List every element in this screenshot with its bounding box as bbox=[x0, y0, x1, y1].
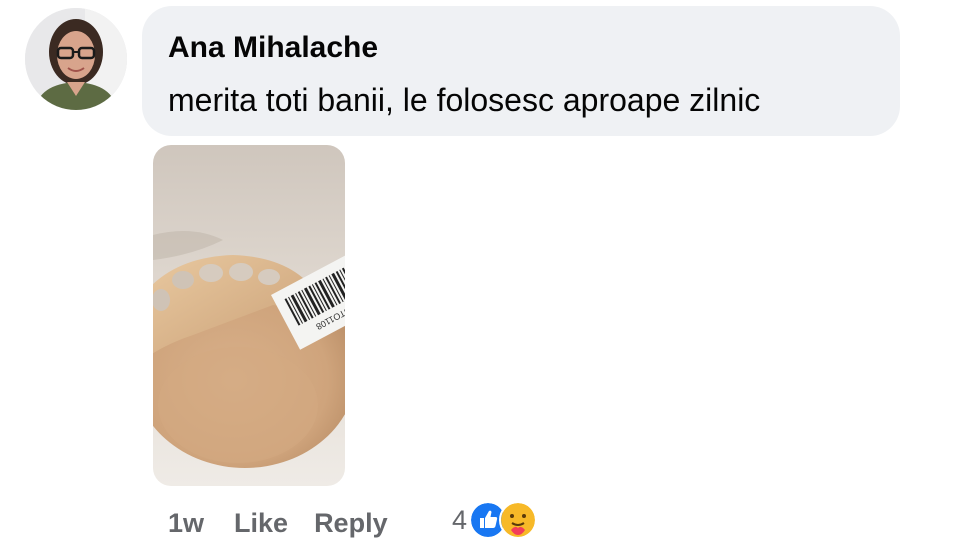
reaction-count: 4 bbox=[452, 504, 468, 535]
product-photo: STO1108 bbox=[153, 145, 345, 486]
comment-text: merita toti banii, le folosesc aproape z… bbox=[168, 82, 761, 118]
comment-attachment-photo[interactable]: STO1108 bbox=[153, 145, 345, 486]
reply-button[interactable]: Reply bbox=[314, 508, 388, 539]
reaction-summary[interactable]: 4 bbox=[452, 500, 538, 540]
avatar[interactable] bbox=[25, 8, 127, 110]
profile-photo bbox=[25, 8, 127, 110]
care-icon bbox=[499, 501, 538, 539]
comment-author-name[interactable]: Ana Mihalache bbox=[168, 30, 378, 66]
comment-actions: 1w Like Reply bbox=[168, 503, 414, 543]
like-button[interactable]: Like bbox=[234, 508, 288, 539]
comment-timestamp[interactable]: 1w bbox=[168, 508, 204, 539]
comment-bubble: Ana Mihalache merita toti banii, le folo… bbox=[142, 6, 900, 136]
